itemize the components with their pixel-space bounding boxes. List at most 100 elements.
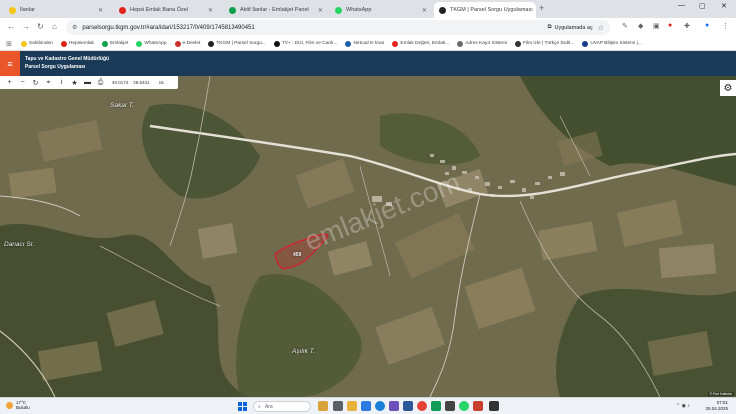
word-icon[interactable] <box>403 401 413 411</box>
close-window-icon[interactable]: ✕ <box>721 2 727 10</box>
adblock-extension-icon[interactable]: ● <box>668 22 672 29</box>
tab-tkgm-parsel-sorgu[interactable]: TKGM | Parsel Sorgu Uygulaması ✕ <box>434 2 536 18</box>
zoom-out-icon[interactable]: − <box>16 76 29 89</box>
system-tray-icons[interactable]: ⌃ ◉ ♪ <box>676 403 690 409</box>
close-icon[interactable]: ✕ <box>98 7 103 14</box>
open-in-app-label: Uygulamada aç <box>554 24 593 31</box>
tab-hepsiemlak[interactable]: Hepsi Emlak Bana Özel ✕ <box>114 2 218 18</box>
open-in-app-chip[interactable]: ⧉ Uygulamada aç <box>548 24 593 31</box>
whatsapp-favicon-icon <box>136 40 143 47</box>
info-icon[interactable]: i <box>55 76 68 89</box>
extension-icon[interactable]: ▣ <box>653 22 660 30</box>
eyedropper-icon[interactable]: ✎ <box>622 22 628 30</box>
refresh-icon[interactable]: ↻ <box>29 76 42 89</box>
bookmark-hepsiemlak[interactable]: Hepsiemlak <box>58 40 97 47</box>
home-icon[interactable]: ⌂ <box>52 22 57 31</box>
close-icon[interactable]: ✕ <box>208 7 213 14</box>
url-text: parselsorgu.tkgm.gov.tr/#ara/idari/15321… <box>82 24 255 31</box>
bookmark-adres-kayit[interactable]: Adres Kayıt Sistemi <box>454 40 510 47</box>
bookmark-film-izle[interactable]: Film izle | Türkçe Dubl... <box>512 40 577 47</box>
extension-icon[interactable]: ◆ <box>638 22 643 30</box>
widgets-app-icon[interactable] <box>318 401 328 411</box>
whatsapp-app-icon[interactable] <box>459 401 469 411</box>
measure-ruler-icon[interactable]: ▬ <box>81 76 94 89</box>
app-icon[interactable] <box>473 401 483 411</box>
hamburger-menu-icon[interactable]: ≡ <box>0 51 20 76</box>
satellite-imagery <box>0 76 736 397</box>
windows-taskbar: 17°C Bulutlu ⌕ Ara ⌃ ◉ ♪ 07:51 28.04.202… <box>0 397 736 414</box>
bookmark-label: TKGM | Parsel Sorgu... <box>216 41 266 46</box>
app-icon[interactable] <box>445 401 455 411</box>
bookmark-label: Emlak Değeri, Emlak... <box>400 41 450 46</box>
bookmark-label: WhatsApp <box>144 41 167 46</box>
locate-icon[interactable]: ⌖ <box>42 76 55 89</box>
apps-grid-icon[interactable]: ⊞ <box>6 40 12 48</box>
teams-icon[interactable] <box>389 401 399 411</box>
satellite-map[interactable]: emlakjet.com Sakar T. Danacı Sr. Aşılık … <box>0 76 736 397</box>
agency-title: Tapu ve Kadastro Genel Müdürlüğü <box>25 56 110 62</box>
bookmark-label: e-Devlet <box>182 41 201 46</box>
sun-cloud-icon <box>6 401 13 409</box>
chrome-icon[interactable] <box>417 401 427 411</box>
search-icon: ⌕ <box>258 403 261 410</box>
excel-icon[interactable] <box>431 401 441 411</box>
emlakjet-favicon-icon <box>101 40 108 47</box>
puzzle-extensions-icon[interactable]: ✚ <box>684 22 690 30</box>
close-icon[interactable]: ✕ <box>422 7 427 14</box>
bookmark-emlak-degeri[interactable]: Emlak Değeri, Emlak... <box>389 40 452 47</box>
bookmark-tkgm[interactable]: TKGM | Parsel Sorgu... <box>205 40 269 47</box>
parcel-number-label: 459 <box>293 252 302 258</box>
uvap-favicon-icon <box>582 40 589 47</box>
taskbar-search[interactable]: ⌕ Ara <box>253 401 311 412</box>
system-clock[interactable]: 07:51 28.04.2025 <box>705 400 728 412</box>
reload-icon[interactable]: ↻ <box>37 22 44 31</box>
tab-label: WhatsApp <box>346 7 372 13</box>
bookmark-netcad[interactable]: Netcad E-İmar <box>342 40 387 47</box>
bookmark-sahibinden[interactable]: Sahibinden <box>18 40 56 47</box>
address-bar[interactable]: ⚙ parselsorgu.tkgm.gov.tr/#ara/idari/153… <box>66 20 610 35</box>
bookmark-edevlet[interactable]: e-Devlet <box>172 40 204 47</box>
place-label-asilik: Aşılık T. <box>292 348 315 355</box>
bookmark-label: TV+ : Dizi, Film ve Canlı... <box>281 41 338 46</box>
edge-browser-icon[interactable] <box>361 401 371 411</box>
app-icon[interactable] <box>489 401 499 411</box>
store-icon[interactable] <box>375 401 385 411</box>
new-tab-icon[interactable]: + <box>539 3 544 13</box>
tvplus-favicon-icon <box>273 40 280 47</box>
bookmark-label: Adres Kayıt Sistemi <box>465 41 508 46</box>
back-icon[interactable]: ← <box>7 22 15 31</box>
bookmark-uvap[interactable]: UVAP Bilişim Sistemi |... <box>579 40 644 47</box>
weather-widget[interactable]: 17°C Bulutlu <box>6 400 30 410</box>
browser-toolbar: ← → ↻ ⌂ ⚙ parselsorgu.tkgm.gov.tr/#ara/i… <box>0 18 736 37</box>
file-explorer-icon[interactable] <box>347 401 357 411</box>
map-pin-favicon-icon <box>439 6 446 14</box>
zoom-in-icon[interactable]: + <box>3 76 16 89</box>
task-view-icon[interactable] <box>333 401 343 411</box>
profile-avatar-icon[interactable]: ● <box>705 22 709 29</box>
map-toolbar: + − ↻ ⌖ i ★ ▬ ⎙ 40.0174 28.6431 16 <box>0 76 178 89</box>
bookmark-whatsapp[interactable]: WhatsApp <box>133 40 169 47</box>
close-icon[interactable]: ✕ <box>318 7 323 14</box>
menu-kebab-icon[interactable]: ⋮ <box>722 22 729 30</box>
favorite-star-icon[interactable]: ★ <box>68 76 81 89</box>
maximize-icon[interactable]: ▢ <box>699 2 706 10</box>
bookmark-star-icon[interactable]: ☆ <box>598 24 604 32</box>
minimize-icon[interactable]: — <box>678 2 685 9</box>
forward-icon[interactable]: → <box>22 22 30 31</box>
search-placeholder: Ara <box>264 403 273 410</box>
map-settings-gear-icon[interactable]: ⚙ <box>720 80 736 96</box>
tab-label: Hepsi Emlak Bana Özel <box>130 7 189 13</box>
emlakjet-favicon-icon <box>229 6 236 14</box>
tab-whatsapp[interactable]: WhatsApp ✕ <box>330 2 432 18</box>
bookmark-emlakjet[interactable]: Emlakjet <box>99 40 131 47</box>
site-info-icon[interactable]: ⚙ <box>72 24 77 31</box>
bookmark-tvplus[interactable]: TV+ : Dizi, Film ve Canlı... <box>271 40 341 47</box>
windows-start-icon[interactable] <box>238 402 247 411</box>
tab-emlakjet-panel[interactable]: Aktif İlanlar - Emlakjet Panel ✕ <box>224 2 328 18</box>
print-icon[interactable]: ⎙ <box>94 76 107 89</box>
bookmark-label: Film izle | Türkçe Dubl... <box>523 41 575 46</box>
adres-favicon-icon <box>457 40 464 47</box>
coordinate-readout-lon: 28.6431 <box>133 80 150 85</box>
tab-ilanlar[interactable]: İlanlar ✕ <box>4 2 108 18</box>
sahibinden-favicon-icon <box>9 6 16 14</box>
